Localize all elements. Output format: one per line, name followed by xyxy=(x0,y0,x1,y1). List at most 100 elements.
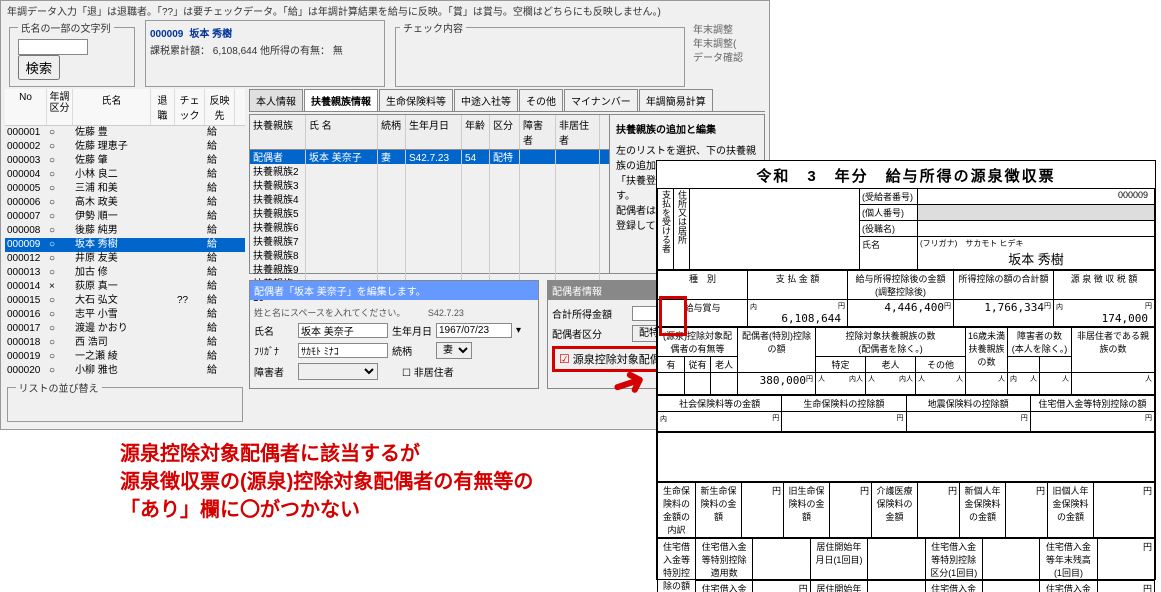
dg-row[interactable]: 配偶者坂本 美奈子妻S42.7.2354配特 xyxy=(250,150,609,164)
dob-input[interactable] xyxy=(436,323,512,338)
dgh-f: 区分 xyxy=(490,115,520,149)
deduct-value: 1,766,334 xyxy=(956,301,1051,314)
summary-box xyxy=(657,432,1155,482)
s2d: 16歳未満扶養親族の数 xyxy=(966,328,1008,373)
r3b: 生命保険料の控除額 xyxy=(782,396,906,412)
list-item[interactable]: 000018○西 浩司給 xyxy=(5,336,245,350)
dob-label: 生年月日 xyxy=(392,323,432,338)
h-after: 給与所得控除後の金額 (調整控除後) xyxy=(848,271,954,300)
list-item[interactable]: 000006○高木 政美給 xyxy=(5,196,245,210)
right-labels: 年末調整 年末調整( データ確認 xyxy=(693,20,763,87)
tab-0[interactable]: 本人情報 xyxy=(249,89,303,111)
kana-value: サカモト ヒデキ xyxy=(965,239,1023,248)
h-kb: 年調 区分 xyxy=(47,89,73,125)
dg-row[interactable]: 扶養親族7 xyxy=(250,234,609,248)
tab-5[interactable]: マイナンバー xyxy=(564,89,638,111)
h-tax: 源 泉 徴 収 税 額 xyxy=(1054,271,1155,300)
gensen-checkbox[interactable]: 源泉控除対象配偶者 xyxy=(559,354,672,366)
dg-row[interactable]: 扶養親族2 xyxy=(250,164,609,178)
rel-select[interactable]: 妻 xyxy=(436,342,472,359)
dgh-b: 氏 名 xyxy=(306,115,378,149)
r3a: 社会保険料等の金額 xyxy=(658,396,782,412)
employee-info: 000009坂本 秀樹 課税累計額： 6,108,644 他所得の有無： 無 xyxy=(145,20,385,87)
no-value: 000009 xyxy=(918,189,1155,205)
r3c: 地震保険料の控除額 xyxy=(906,396,1030,412)
list-item[interactable]: 000012○井原 友美給 xyxy=(5,252,245,266)
tabs: 本人情報扶養親族情報生命保険料等中途入社等その他マイナンバー年調簡易計算 xyxy=(249,89,765,112)
tab-2[interactable]: 生命保険料等 xyxy=(379,89,453,111)
tab-4[interactable]: その他 xyxy=(519,89,563,111)
s2c: 控除対象扶養親族の数 (配偶者を除く。) xyxy=(816,328,966,357)
list-item[interactable]: 000009○坂本 秀樹給 xyxy=(5,238,245,252)
list-item[interactable]: 000016○志平 小雪給 xyxy=(5,308,245,322)
loana: 住宅借入金等特別控除の額の内訳 xyxy=(658,539,696,592)
check-legend: チェック内容 xyxy=(400,20,466,35)
after-value: 4,446,400 xyxy=(850,301,951,314)
no-label: (受給者番号) xyxy=(860,189,918,205)
list-item[interactable]: 000008○後藤 純男給 xyxy=(5,224,245,238)
list-item[interactable]: 000013○加古 修給 xyxy=(5,266,245,280)
list-item[interactable]: 000002○佐藤 理恵子給 xyxy=(5,140,245,154)
dgh-a: 扶養親族 xyxy=(250,115,306,149)
dg-row[interactable]: 扶養親族4 xyxy=(250,192,609,206)
list-item[interactable]: 000007○伊勢 順一給 xyxy=(5,210,245,224)
kana-input[interactable] xyxy=(298,343,388,358)
list-item[interactable]: 000020○小柳 雅也給 xyxy=(5,364,245,376)
name-label: 氏名 xyxy=(254,323,294,338)
list-item[interactable]: 000019○一之瀬 綾給 xyxy=(5,350,245,364)
nonres-chk[interactable]: ☐ 非居住者 xyxy=(402,364,454,379)
addr-label: 住所又は居所 xyxy=(676,190,689,244)
search-legend: 氏名の一部の文字列 xyxy=(18,20,114,35)
dg-row[interactable]: 扶養親族5 xyxy=(250,206,609,220)
ari-highlight xyxy=(659,296,687,336)
dg-row[interactable]: 扶養親族3 xyxy=(250,178,609,192)
sub-old: 老人 xyxy=(711,357,738,373)
check-content: チェック内容 xyxy=(395,20,685,87)
list-header: No 年調 区分 氏名 退職 チェック 反映先 xyxy=(5,89,245,126)
search-input[interactable] xyxy=(18,39,88,55)
dg-row[interactable]: 扶養親族6 xyxy=(250,220,609,234)
h-rf: 反映先 xyxy=(205,89,235,125)
dg-row[interactable]: 扶養親族9 xyxy=(250,262,609,276)
header-note: 年調データ入力「退」は退職者。「??」は要チェックデータ。「給」は年調計算結果を… xyxy=(1,1,769,20)
list-item[interactable]: 000004○小林 良二給 xyxy=(5,168,245,182)
dg-row[interactable]: 扶養親族8 xyxy=(250,248,609,262)
dgh-h: 非居住者 xyxy=(556,115,600,149)
sub-oth: その他 xyxy=(916,357,966,373)
sp-kbn-label: 配偶者区分 xyxy=(552,326,628,341)
sub-old2: 老人 xyxy=(866,357,916,373)
h-nm: 氏名 xyxy=(73,89,151,125)
h-r: 退職 xyxy=(151,89,175,125)
main-window: 年調データ入力「退」は退職者。「??」は要チェックデータ。「給」は年調計算結果を… xyxy=(0,0,770,430)
list-item[interactable]: 000001○佐藤 豊給 xyxy=(5,126,245,140)
h-deduct: 所得控除の額の合計額 xyxy=(954,271,1054,300)
tab-6[interactable]: 年調簡易計算 xyxy=(639,89,713,111)
sort-legend: リストの並び替え xyxy=(16,380,102,395)
sub-ju: 従有 xyxy=(684,357,711,373)
chevron-down-icon[interactable]: ▾ xyxy=(516,325,521,336)
kana-label: ﾌﾘｶﾞﾅ xyxy=(254,343,294,358)
dg-head: 扶養親族 氏 名 続柄 生年月日 年齢 区分 障害者 非居住者 xyxy=(250,115,609,150)
dg-help-title: 扶養親族の追加と編集 xyxy=(616,121,758,136)
edit-hint: 姓と名にスペースを入れてください。 S42.7.23 xyxy=(254,306,534,319)
employee-list: No 年調 区分 氏名 退職 チェック 反映先 000001○佐藤 豊給0000… xyxy=(5,89,245,422)
search-button[interactable]: 検索 xyxy=(18,55,61,80)
tab-1[interactable]: 扶養親族情報 xyxy=(304,89,378,111)
dg-rows[interactable]: 配偶者坂本 美奈子妻S42.7.2354配特扶養親族2扶養親族3扶養親族4扶養親… xyxy=(250,150,609,290)
tab-3[interactable]: 中途入社等 xyxy=(454,89,518,111)
list-rows[interactable]: 000001○佐藤 豊給000002○佐藤 理恵子給000003○佐藤 肇給00… xyxy=(5,126,245,376)
list-item[interactable]: 000005○三浦 和美給 xyxy=(5,182,245,196)
list-item[interactable]: 000015○大石 弘文??給 xyxy=(5,294,245,308)
sub-ari: 有 xyxy=(658,357,685,373)
rl-3: データ確認 xyxy=(693,52,763,66)
dis-select[interactable] xyxy=(298,363,378,380)
name-input[interactable] xyxy=(298,323,388,338)
h-ck: チェック xyxy=(175,89,205,125)
list-item[interactable]: 000014×荻原 真一給 xyxy=(5,280,245,294)
s2b: 配偶者(特別)控除の額 xyxy=(738,328,816,373)
tax-value: 174,000 xyxy=(1056,312,1152,325)
list-item[interactable]: 000003○佐藤 肇給 xyxy=(5,154,245,168)
list-item[interactable]: 000017○渡邊 かおり給 xyxy=(5,322,245,336)
sp-income-label: 合計所得金額 xyxy=(552,306,628,321)
name-value: 坂本 秀樹 xyxy=(920,249,1152,268)
